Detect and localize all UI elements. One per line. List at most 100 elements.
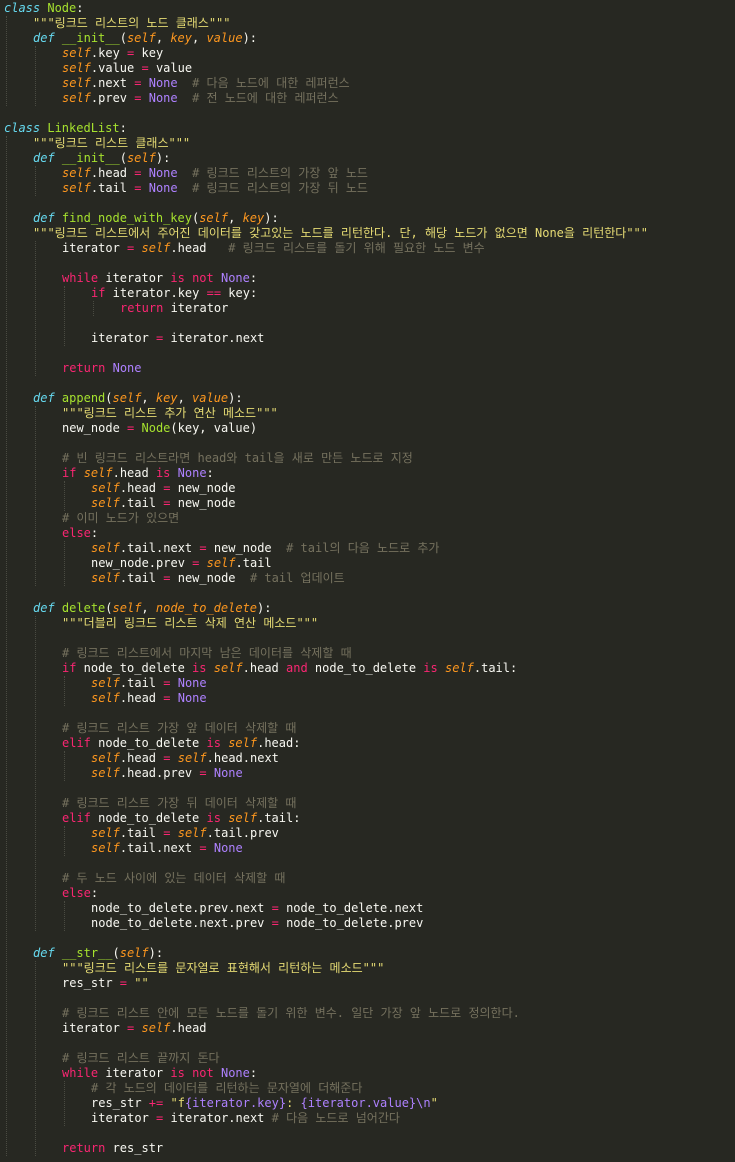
code-line[interactable]: if node_to_delete is self.head and node_… (62, 661, 517, 676)
code-line[interactable]: def __init__(self, key, value): (33, 31, 257, 46)
self-token: self (199, 211, 229, 225)
code-line[interactable]: """더블리 링크드 리스트 삭제 연산 메소드""" (62, 616, 318, 631)
code-line[interactable]: self.tail = new_node (91, 496, 236, 511)
code-line[interactable]: self.prev = None # 전 노드에 대한 레퍼런스 (62, 91, 339, 106)
code-line[interactable]: while iterator is not None: (62, 1066, 257, 1081)
code-line[interactable]: def __str__(self): (33, 946, 163, 961)
code-line[interactable]: iterator = self.head # 링크드 리스트를 돌기 위해 필요… (62, 241, 485, 256)
code-line[interactable]: node_to_delete.prev.next = node_to_delet… (91, 901, 423, 916)
code-line[interactable]: self.head = None (91, 691, 207, 706)
text-token: key (134, 46, 164, 60)
storage-token: class (4, 121, 41, 135)
parameter-token: key (242, 211, 265, 225)
text-token: ( (119, 31, 127, 45)
code-line[interactable]: def append(self, key, value): (33, 391, 243, 406)
code-line[interactable]: self.tail = None # 링크드 리스트의 가장 뒤 노드 (62, 181, 368, 196)
code-line[interactable]: # 링크드 리스트 가장 뒤 데이터 삭제할 때 (62, 796, 296, 811)
code-line[interactable]: self.tail = self.tail.prev (91, 826, 279, 841)
text-token: .tail (119, 496, 164, 510)
text-token: iterator.next (163, 1111, 272, 1125)
code-line[interactable]: iterator = iterator.next # 다음 노드로 넘어간다 (91, 1111, 400, 1126)
code-line[interactable]: iterator = self.head (62, 1021, 207, 1036)
text-token: : (249, 1066, 258, 1080)
string-token: """링크드 리스트 추가 연산 메소드""" (62, 406, 278, 420)
code-line[interactable]: self.tail = None (91, 676, 207, 691)
code-line[interactable]: self.tail.next = None (91, 841, 243, 856)
code-line[interactable]: return res_str (62, 1141, 163, 1156)
comment-token: # 다음 노드로 넘어간다 (271, 1111, 400, 1125)
code-line[interactable]: """링크드 리스트 추가 연산 메소드""" (62, 406, 278, 421)
code-line[interactable]: """링크드 리스트 클래스""" (33, 136, 190, 151)
comment-token: # 링크드 리스트의 가장 뒤 노드 (192, 181, 368, 195)
code-line[interactable]: self.tail = new_node # tail 업데이트 (91, 571, 345, 586)
comment-token: # 링크드 리스트 가장 앞 데이터 삭제할 때 (62, 721, 297, 735)
comment-token: # 링크드 리스트 끝까지 돈다 (62, 1051, 220, 1065)
comment-token: # 링크드 리스트를 돌기 위해 필요한 노드 변수 (228, 241, 485, 255)
code-line[interactable]: res_str += "f{iterator.key}: {iterator.v… (91, 1096, 438, 1111)
keyword-token: = (163, 691, 171, 705)
string-token: """링크드 리스트를 문자열로 표현해서 리턴하는 메소드""" (62, 961, 385, 975)
code-line[interactable]: class Node: (4, 1, 84, 16)
code-line[interactable]: return None (62, 361, 142, 376)
code-line[interactable]: if iterator.key == key: (91, 286, 257, 301)
code-line[interactable]: res_str = "" (62, 976, 149, 991)
indent-guide (64, 901, 65, 931)
code-line[interactable]: # 빈 링크드 리스트라면 head와 tail을 새로 만든 노드로 지정 (62, 451, 413, 466)
code-line[interactable]: new_node.prev = self.tail (91, 556, 272, 571)
self-token: self (126, 151, 156, 165)
code-line[interactable]: iterator = iterator.next (91, 331, 264, 346)
code-line[interactable]: class LinkedList: (4, 121, 127, 136)
keyword-token: if (91, 286, 106, 300)
code-line[interactable]: def find_node_with_key(self, key): (33, 211, 279, 226)
code-line[interactable]: # 이미 노드가 있으면 (62, 511, 179, 526)
code-line[interactable]: else: (62, 526, 98, 541)
text-token: node_to_delete.prev.next (91, 901, 272, 915)
code-line[interactable]: self.tail.next = new_node # tail의 다음 노드로… (91, 541, 439, 556)
code-line[interactable]: # 링크드 리스트 가장 앞 데이터 삭제할 때 (62, 721, 296, 736)
code-line[interactable]: # 링크드 리스트 안에 모든 노드를 돌기 위한 변수. 일단 가장 앞 노드… (62, 1006, 520, 1021)
code-editor[interactable]: class Node: """링크드 리스트의 노드 클래스""" def __in… (0, 0, 735, 1162)
code-line[interactable]: new_node = Node(key, value) (62, 421, 257, 436)
self-token: self (177, 826, 207, 840)
text-token: .value (90, 61, 142, 75)
code-line[interactable]: if self.head is None: (62, 466, 214, 481)
keyword-token: == (206, 286, 222, 300)
code-line[interactable]: # 링크드 리스트 끝까지 돈다 (62, 1051, 220, 1066)
code-line[interactable]: elif node_to_delete is self.tail: (62, 811, 300, 826)
keyword-token: is (170, 271, 185, 285)
code-line[interactable]: else: (62, 886, 98, 901)
code-line[interactable]: return iterator (120, 301, 228, 316)
code-line[interactable]: elif node_to_delete is self.head: (62, 736, 300, 751)
code-line[interactable]: # 두 노드 사이에 있는 데이터 삭제할 때 (62, 871, 285, 886)
code-line[interactable]: # 각 노드의 데이터를 리턴하는 문자열에 더해준다 (91, 1081, 362, 1096)
code-line[interactable]: self.value = value (62, 61, 192, 76)
parameter-token: node_to_delete (155, 601, 258, 615)
code-line[interactable]: self.head = None # 링크드 리스트의 가장 앞 노드 (62, 166, 368, 181)
code-line[interactable]: self.key = key (62, 46, 163, 61)
constant-token: None (177, 676, 207, 690)
code-line[interactable]: """링크드 리스트에서 주어진 데이터를 갖고있는 노드를 리턴한다. 단, … (33, 226, 648, 241)
indent-guide (35, 961, 36, 1156)
keyword-token: is (155, 466, 171, 480)
code-line[interactable]: self.head.prev = None (91, 766, 243, 781)
code-line[interactable]: self.head = self.head.next (91, 751, 279, 766)
code-line[interactable]: def delete(self, node_to_delete): (33, 601, 271, 616)
text-token: ): (155, 151, 171, 165)
code-line[interactable]: """링크드 리스트의 노드 클래스""" (33, 16, 231, 31)
code-line[interactable]: # 링크드 리스트에서 마지막 남은 데이터를 삭제할 때 (62, 646, 352, 661)
text-token: .tail.next (119, 541, 200, 555)
indent-guide (35, 241, 36, 376)
code-line[interactable]: self.next = None # 다음 노드에 대한 레퍼런스 (62, 76, 350, 91)
code-line[interactable]: def __init__(self): (33, 151, 170, 166)
code-line[interactable]: """링크드 리스트를 문자열로 표현해서 리턴하는 메소드""" (62, 961, 384, 976)
text-token: node_to_delete (76, 661, 193, 675)
comment-token: # 다음 노드에 대한 레퍼런스 (192, 76, 350, 90)
code-line[interactable]: self.head = new_node (91, 481, 236, 496)
indent-guide (35, 166, 36, 196)
code-line[interactable]: node_to_delete.next.prev = node_to_delet… (91, 916, 423, 931)
text-token: .head (170, 241, 229, 255)
code-line[interactable]: while iterator is not None: (62, 271, 257, 286)
